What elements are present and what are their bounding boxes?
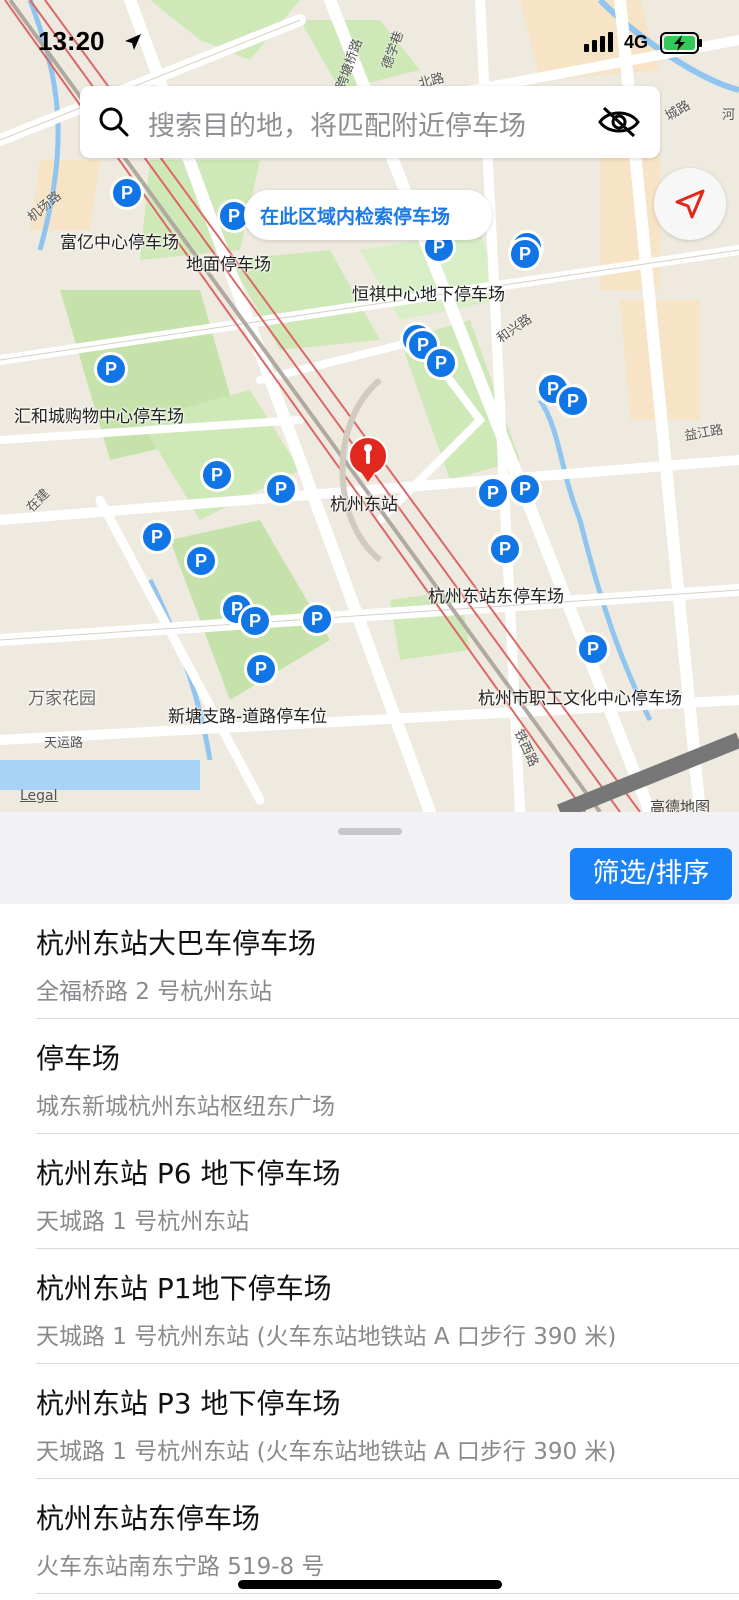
results-list: 杭州东站大巴车停车场 全福桥路 2 号杭州东站 停车场 城东新城杭州东站枢纽东广… bbox=[0, 904, 739, 1594]
road-label: 河 bbox=[722, 108, 736, 123]
place-label: 万家花园 bbox=[28, 689, 96, 709]
parking-pin[interactable]: P bbox=[488, 532, 522, 566]
parking-pin[interactable]: P bbox=[94, 352, 128, 386]
parking-pin[interactable]: P bbox=[508, 237, 542, 271]
parking-pin[interactable]: P bbox=[184, 544, 218, 578]
results-sheet: 筛选/排序 杭州东站大巴车停车场 全福桥路 2 号杭州东站 停车场 城东新城杭州… bbox=[0, 812, 739, 1600]
map-brand: 高德地图 bbox=[650, 798, 711, 812]
locate-button[interactable] bbox=[654, 168, 726, 240]
location-arrow-icon bbox=[123, 32, 143, 56]
list-item[interactable]: 杭州东站 P6 地下停车场 天城路 1 号杭州东站 bbox=[36, 1134, 739, 1249]
parking-pin[interactable]: P bbox=[576, 632, 610, 666]
list-item-name: 杭州东站 P1地下停车场 bbox=[36, 1272, 332, 1305]
parking-pin[interactable]: P bbox=[244, 652, 278, 686]
search-bar[interactable]: 搜索目的地，将匹配附近停车场 bbox=[80, 86, 660, 158]
parking-pin[interactable]: P bbox=[200, 458, 234, 492]
list-item-name: 杭州东站东停车场 bbox=[36, 1502, 261, 1535]
station-label: 杭州东站 bbox=[330, 495, 398, 515]
battery-charging-icon bbox=[660, 32, 704, 58]
list-item[interactable]: 杭州东站东停车场 火车东站南东宁路 519-8 号 bbox=[36, 1479, 739, 1594]
list-item-name: 杭州东站 P3 地下停车场 bbox=[36, 1387, 341, 1420]
screen: P P P P P P P P P P P P P P P P P P P P … bbox=[0, 0, 739, 1600]
search-this-area-label: 在此区域内检索停车场 bbox=[260, 206, 451, 228]
home-indicator[interactable] bbox=[238, 1580, 502, 1589]
list-item-address: 天城路 1 号杭州东站 (火车东站地铁站 A 口步行 390 米) bbox=[36, 1439, 617, 1465]
list-item-address: 全福桥路 2 号杭州东站 bbox=[36, 979, 273, 1005]
list-item-address: 天城路 1 号杭州东站 (火车东站地铁站 A 口步行 390 米) bbox=[36, 1324, 617, 1350]
filter-sort-button[interactable]: 筛选/排序 bbox=[570, 848, 732, 900]
parking-label[interactable]: 汇和城购物中心停车场 bbox=[14, 402, 184, 427]
parking-pin[interactable]: P bbox=[238, 604, 272, 638]
cellular-signal-icon bbox=[584, 32, 616, 56]
parking-pin[interactable]: P bbox=[476, 476, 510, 510]
parking-pin[interactable]: P bbox=[424, 346, 458, 380]
parking-pin[interactable]: P bbox=[140, 520, 174, 554]
parking-label[interactable]: 地面停车场 bbox=[186, 250, 271, 275]
parking-label[interactable]: 杭州东站东停车场 bbox=[428, 582, 564, 607]
sheet-grabber[interactable] bbox=[338, 828, 402, 835]
list-item[interactable]: 停车场 城东新城杭州东站枢纽东广场 bbox=[36, 1019, 739, 1134]
list-item-address: 城东新城杭州东站枢纽东广场 bbox=[36, 1094, 335, 1120]
parking-label[interactable]: 恒祺中心地下停车场 bbox=[352, 280, 505, 305]
parking-pin[interactable]: P bbox=[508, 472, 542, 506]
network-type: 4G bbox=[624, 32, 649, 52]
sheet-header: 筛选/排序 bbox=[0, 812, 739, 904]
list-item-name: 杭州东站 P6 地下停车场 bbox=[36, 1157, 341, 1190]
parking-label[interactable]: 杭州市职工文化中心停车场 bbox=[478, 684, 682, 709]
parking-label[interactable]: 富亿中心停车场 bbox=[60, 228, 179, 253]
list-item-name: 杭州东站大巴车停车场 bbox=[36, 927, 317, 960]
search-this-area-button[interactable]: 在此区域内检索停车场 bbox=[244, 190, 492, 240]
search-icon bbox=[98, 106, 130, 142]
list-item[interactable]: 杭州东站 P3 地下停车场 天城路 1 号杭州东站 (火车东站地铁站 A 口步行… bbox=[36, 1364, 739, 1479]
list-item[interactable]: 杭州东站 P1地下停车场 天城路 1 号杭州东站 (火车东站地铁站 A 口步行 … bbox=[36, 1249, 739, 1364]
status-time: 13:20 bbox=[38, 26, 105, 56]
parking-pin[interactable]: P bbox=[556, 384, 590, 418]
parking-pin[interactable]: P bbox=[110, 176, 144, 210]
parking-label[interactable]: 新塘支路-道路停车位 bbox=[168, 702, 327, 727]
search-input[interactable]: 搜索目的地，将匹配附近停车场 bbox=[148, 104, 526, 143]
list-item[interactable]: 杭州东站大巴车停车场 全福桥路 2 号杭州东站 bbox=[36, 904, 739, 1019]
status-bar: 13:20 4G bbox=[0, 26, 739, 66]
list-item-address: 天城路 1 号杭州东站 bbox=[36, 1209, 250, 1235]
eye-slash-icon[interactable] bbox=[598, 106, 640, 142]
station-pin-icon[interactable] bbox=[344, 436, 392, 492]
parking-pin[interactable]: P bbox=[264, 472, 298, 506]
list-item-address: 火车东站南东宁路 519-8 号 bbox=[36, 1554, 325, 1580]
navigation-arrow-icon bbox=[675, 189, 705, 219]
list-item-name: 停车场 bbox=[36, 1042, 121, 1075]
road-label: 天运路 bbox=[44, 736, 84, 751]
parking-pin[interactable]: P bbox=[300, 602, 334, 636]
legal-link[interactable]: Legal bbox=[20, 788, 58, 804]
